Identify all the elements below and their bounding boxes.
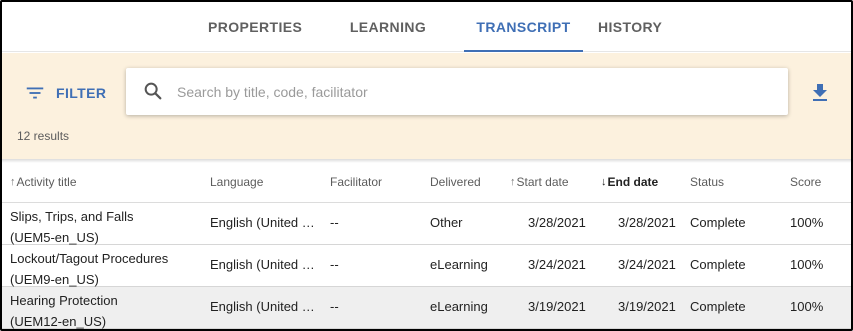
facilitator-cell: -- bbox=[330, 215, 339, 230]
delivered-cell: eLearning bbox=[430, 299, 488, 314]
start-date-cell: 3/28/2021 bbox=[528, 215, 586, 230]
tab-transcript[interactable]: TRANSCRIPT bbox=[464, 2, 583, 52]
column-header-start-date[interactable]: ↑ Start date bbox=[510, 175, 569, 189]
column-label: End date bbox=[607, 175, 659, 189]
status-cell: Complete bbox=[690, 215, 746, 230]
activity-title-cell: Lockout/Tagout Procedures (UEM9-en_US) bbox=[10, 248, 200, 290]
activity-code: (UEM12-en_US) bbox=[10, 314, 107, 329]
column-header-activity-title[interactable]: ↑ Activity title bbox=[10, 175, 77, 189]
sort-up-arrow-icon: ↑ bbox=[10, 176, 16, 188]
language-cell: English (United States) bbox=[210, 257, 316, 272]
score-cell: 100% bbox=[790, 257, 824, 272]
facilitator-cell: -- bbox=[330, 257, 339, 272]
download-icon[interactable] bbox=[808, 81, 832, 105]
transcript-window: PROPERTIES LEARNING PLANS TRANSCRIPT HIS… bbox=[0, 0, 853, 331]
column-header-delivered[interactable]: Delivered bbox=[430, 175, 481, 189]
table-row[interactable]: Hearing Protection (UEM12-en_US) English… bbox=[2, 287, 851, 329]
activity-title-cell: Hearing Protection (UEM12-en_US) bbox=[10, 290, 200, 329]
start-date-cell: 3/24/2021 bbox=[528, 257, 586, 272]
filter-label: FILTER bbox=[56, 85, 107, 101]
results-count: 12 results bbox=[17, 129, 70, 143]
tab-learning-plans[interactable]: LEARNING PLANS bbox=[326, 2, 450, 85]
column-header-language[interactable]: Language bbox=[210, 175, 263, 189]
column-label: Delivered bbox=[430, 175, 481, 189]
end-date-cell: 3/24/2021 bbox=[618, 257, 676, 272]
tab-history[interactable]: HISTORY bbox=[598, 2, 662, 52]
status-cell: Complete bbox=[690, 257, 746, 272]
tab-bar: PROPERTIES LEARNING PLANS TRANSCRIPT HIS… bbox=[2, 2, 851, 85]
filter-panel: FILTER 12 results bbox=[2, 53, 851, 159]
column-label: Start date bbox=[516, 175, 569, 189]
language-cell: English (United States) bbox=[210, 215, 316, 230]
column-label: Language bbox=[210, 175, 264, 189]
activity-title-cell: Slips, Trips, and Falls (UEM5-en_US) bbox=[10, 206, 200, 248]
filter-list-icon bbox=[26, 87, 44, 99]
column-header-status[interactable]: Status bbox=[690, 175, 724, 189]
score-cell: 100% bbox=[790, 299, 824, 314]
filter-button[interactable]: FILTER bbox=[24, 81, 106, 105]
end-date-cell: 3/19/2021 bbox=[618, 299, 676, 314]
search-input[interactable] bbox=[177, 78, 767, 105]
delivered-cell: eLearning bbox=[430, 257, 488, 272]
sort-down-arrow-icon: ↓ bbox=[601, 176, 607, 188]
column-header-facilitator[interactable]: Facilitator bbox=[330, 175, 382, 189]
table-row[interactable]: Lockout/Tagout Procedures (UEM9-en_US) E… bbox=[2, 245, 851, 287]
column-label: Status bbox=[690, 175, 725, 189]
end-date-cell: 3/28/2021 bbox=[618, 215, 676, 230]
table-row[interactable]: Slips, Trips, and Falls (UEM5-en_US) Eng… bbox=[2, 203, 851, 245]
table-header: ↑ Activity title Language Facilitator De… bbox=[2, 163, 851, 203]
facilitator-cell: -- bbox=[330, 299, 339, 314]
column-label: Facilitator bbox=[330, 175, 383, 189]
status-cell: Complete bbox=[690, 299, 746, 314]
column-label: Activity title bbox=[16, 175, 77, 189]
start-date-cell: 3/19/2021 bbox=[528, 299, 586, 314]
column-header-score[interactable]: Score bbox=[790, 175, 821, 189]
activity-title: Lockout/Tagout Procedures bbox=[10, 251, 169, 266]
sort-up-arrow-icon: ↑ bbox=[510, 176, 516, 188]
column-header-end-date[interactable]: ↓ End date bbox=[601, 175, 658, 189]
search-box[interactable] bbox=[126, 68, 788, 115]
activity-title: Hearing Protection bbox=[10, 293, 118, 308]
search-icon bbox=[144, 82, 162, 100]
activity-title: Slips, Trips, and Falls bbox=[10, 209, 134, 224]
language-cell: English (United States) bbox=[210, 299, 316, 314]
column-label: Score bbox=[790, 175, 822, 189]
score-cell: 100% bbox=[790, 215, 824, 230]
tab-properties[interactable]: PROPERTIES bbox=[208, 2, 302, 52]
delivered-cell: Other bbox=[430, 215, 463, 230]
